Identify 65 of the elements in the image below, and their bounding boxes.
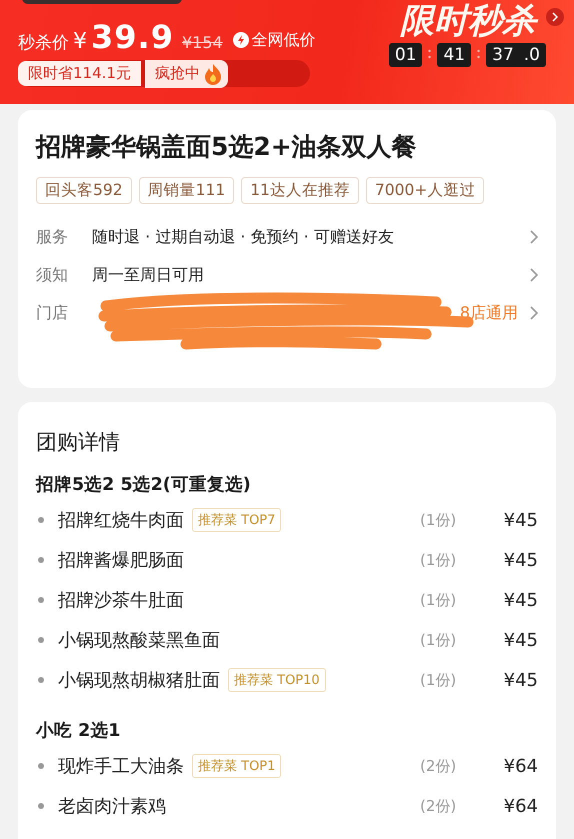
chevron-icon xyxy=(530,306,538,320)
countdown-box: 41 xyxy=(437,43,472,67)
dish-quantity: (1份) xyxy=(420,510,458,530)
bullet-icon xyxy=(38,517,44,523)
dish-name: 小锅现熬胡椒猪肚面 xyxy=(58,669,220,692)
info-value: 周一至周日可用 xyxy=(92,264,205,286)
bullet-icon xyxy=(38,637,44,643)
dish-quantity: (1份) xyxy=(420,630,458,650)
chevron-icon xyxy=(530,230,538,244)
dish-name: 招牌酱爆肥肠面 xyxy=(58,549,184,572)
dish-name: 小锅现熬酸菜黑鱼面 xyxy=(58,629,220,652)
original-price: ¥154 xyxy=(182,33,223,52)
deal-title: 招牌豪华锅盖面5选2+油条双人餐 xyxy=(36,131,418,163)
bullet-icon xyxy=(38,677,44,683)
bullet-icon xyxy=(38,597,44,603)
chevron-icon xyxy=(552,12,558,22)
bullet-icon xyxy=(38,763,44,769)
group-title: 招牌5选2 5选2(可重复选) xyxy=(36,474,252,496)
countdown-box: 01 xyxy=(388,43,422,67)
more-button[interactable] xyxy=(546,8,564,26)
info-label: 门店 xyxy=(36,302,69,324)
sale-price: 39.9 xyxy=(91,18,174,56)
dish-quantity: (2份) xyxy=(420,796,458,816)
dish-price: ¥45 xyxy=(502,670,538,690)
group-title: 小吃 2选1 xyxy=(36,720,122,742)
recommend-tag: 推荐菜 TOP10 xyxy=(228,668,326,692)
lightning-icon xyxy=(232,32,249,48)
dish-price: ¥45 xyxy=(502,630,538,650)
recommend-tag: 推荐菜 TOP1 xyxy=(192,754,282,778)
dish-price: ¥45 xyxy=(502,510,538,530)
dish-price: ¥64 xyxy=(502,796,538,816)
dish-price: ¥45 xyxy=(502,550,538,570)
dish-name: 现炸手工大油条 xyxy=(58,755,184,778)
lowest-price-label: 全网低价 xyxy=(252,30,316,50)
stat-tag: 回头客592 xyxy=(36,177,132,204)
info-label: 服务 xyxy=(36,226,69,248)
colon-icon xyxy=(477,49,480,59)
recommend-tag: 推荐菜 TOP7 xyxy=(192,508,282,532)
dish-name: 招牌沙茶牛肚面 xyxy=(58,589,184,612)
stat-tag: 7000+人逛过 xyxy=(366,177,484,204)
dish-name: 老卤肉汁素鸡 xyxy=(58,795,166,818)
flash-sale-title: 限时秒杀 xyxy=(400,0,536,44)
chevron-icon xyxy=(530,268,538,282)
countdown-value: 37 xyxy=(492,45,514,65)
info-label: 须知 xyxy=(36,264,69,286)
dish-name: 招牌红烧牛肉面 xyxy=(58,509,184,532)
countdown-tenths: .0 xyxy=(524,45,540,65)
section-title: 团购详情 xyxy=(36,429,121,456)
dish-quantity: (2份) xyxy=(420,756,458,776)
dish-price: ¥45 xyxy=(502,590,538,610)
colon-icon xyxy=(428,49,432,59)
status-label: 疯抢中 xyxy=(154,64,200,83)
dish-quantity: (1份) xyxy=(420,550,458,570)
price-label: 秒杀价 xyxy=(18,32,69,54)
stat-tag: 11达人在推荐 xyxy=(241,177,359,204)
bullet-icon xyxy=(38,557,44,563)
dish-quantity: (1份) xyxy=(420,590,458,610)
saving-label: 限时省114.1元 xyxy=(18,61,141,86)
info-value: 随时退 · 过期自动退 · 免预约 · 可赠送好友 xyxy=(92,226,395,248)
currency-sign: ¥ xyxy=(73,29,87,54)
dish-price: ¥64 xyxy=(502,756,538,776)
bullet-icon xyxy=(38,803,44,809)
flame-icon xyxy=(204,62,222,84)
stat-tag: 周销量111 xyxy=(138,177,234,204)
dish-quantity: (1份) xyxy=(420,670,458,690)
